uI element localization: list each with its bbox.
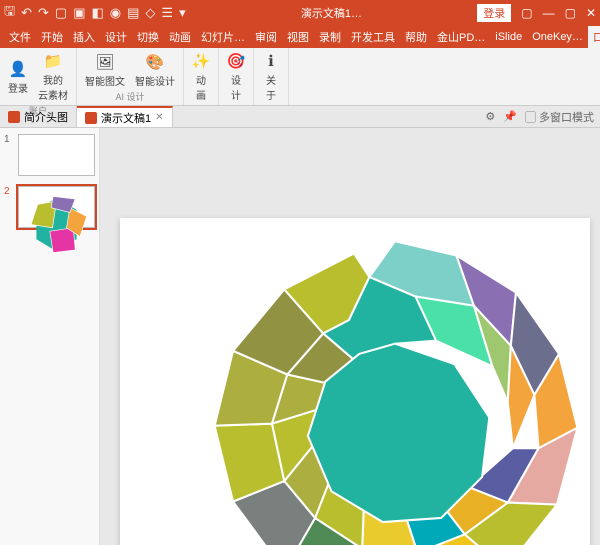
group-anim: ✨ 动 画 bbox=[184, 48, 219, 105]
qat-icon[interactable]: ▣ bbox=[73, 5, 85, 21]
animation-button[interactable]: ✨ 动 画 bbox=[188, 50, 214, 104]
about-label: 关 于 bbox=[266, 72, 276, 102]
multiwindow-button[interactable]: ▢ 多窗口模式 bbox=[525, 109, 594, 125]
qat-icon[interactable]: ▢ bbox=[55, 5, 67, 21]
slide-number: 2 bbox=[4, 186, 14, 228]
doc-tab[interactable]: 演示文稿1 ✕ bbox=[77, 106, 173, 127]
signin-label: 登录 bbox=[8, 80, 28, 95]
slide-canvas[interactable] bbox=[100, 128, 600, 545]
close-icon[interactable]: ✕ bbox=[586, 6, 596, 20]
ribbon-tabs: 文件 开始 插入 设计 切换 动画 幻灯片… 审阅 视图 录制 开发工具 帮助 … bbox=[0, 26, 600, 48]
folder-icon: 📁 bbox=[44, 52, 62, 70]
anim-label: 动 画 bbox=[196, 72, 206, 102]
tab-islide[interactable]: iSlide bbox=[490, 26, 527, 48]
tab-animation[interactable]: 动画 bbox=[164, 26, 196, 48]
design-label: 设 计 bbox=[231, 72, 241, 102]
qat-icon[interactable]: ▤ bbox=[127, 5, 139, 21]
slide-number: 1 bbox=[4, 134, 14, 176]
info-icon: ℹ bbox=[262, 52, 280, 70]
window-controls: ▢ — ▢ ✕ bbox=[521, 6, 596, 20]
tab-design[interactable]: 设计 bbox=[100, 26, 132, 48]
tab-review[interactable]: 审阅 bbox=[250, 26, 282, 48]
slide-preview bbox=[18, 134, 95, 176]
undo-icon[interactable]: ↶ bbox=[21, 5, 32, 21]
document-tabs: 简介头图 演示文稿1 ✕ ⚙ 📌 ▢ 多窗口模式 bbox=[0, 106, 600, 128]
title-bar: 🖫 ↶ ↷ ▢ ▣ ◧ ◉ ▤ ◇ ☰ ▾ 演示文稿1… 登录 ▢ — ▢ ✕ bbox=[0, 0, 600, 26]
minimize-icon[interactable]: — bbox=[543, 6, 555, 20]
pin-icon[interactable]: 📌 bbox=[503, 110, 517, 123]
group-label bbox=[270, 104, 273, 114]
animation-icon: ✨ bbox=[192, 52, 210, 70]
smart-image-button[interactable]: 🖼 智能图文 bbox=[81, 50, 129, 90]
qat-overflow-icon[interactable]: ▾ bbox=[179, 5, 186, 21]
user-icon: 👤 bbox=[9, 60, 27, 78]
group-label: AI 设计 bbox=[115, 90, 144, 103]
slide-preview bbox=[18, 186, 95, 228]
tab-insert[interactable]: 插入 bbox=[68, 26, 100, 48]
palette-icon: 🎯 bbox=[227, 52, 245, 70]
doc-tab-label: 简介头图 bbox=[24, 109, 68, 125]
doc-tab-label: 演示文稿1 bbox=[101, 110, 151, 126]
qat-icon[interactable]: ◉ bbox=[110, 5, 121, 21]
tab-record[interactable]: 录制 bbox=[314, 26, 346, 48]
ribbon: 👤 登录 📁 我的 云素材 账户 🖼 智能图文 🎨 智能设计 AI 设计 bbox=[0, 48, 600, 106]
image-icon: 🖼 bbox=[96, 53, 114, 71]
group-label bbox=[235, 104, 238, 114]
about-button[interactable]: ℹ 关 于 bbox=[258, 50, 284, 104]
slide-thumbnails: 1 2 bbox=[0, 128, 100, 545]
group-label bbox=[200, 104, 203, 114]
login-button[interactable]: 登录 bbox=[477, 4, 511, 22]
tab-dev[interactable]: 开发工具 bbox=[346, 26, 400, 48]
save-icon[interactable]: 🖫 bbox=[4, 2, 15, 24]
decagon-spiral-shape[interactable] bbox=[190, 233, 600, 545]
tab-transition[interactable]: 切换 bbox=[132, 26, 164, 48]
tab-home[interactable]: 开始 bbox=[36, 26, 68, 48]
cloud-material-button[interactable]: 📁 我的 云素材 bbox=[34, 50, 72, 104]
tab-wps[interactable]: 金山PD… bbox=[432, 26, 490, 48]
maximize-icon[interactable]: ▢ bbox=[565, 6, 576, 20]
ribbon-options-icon[interactable]: ▢ bbox=[521, 6, 532, 20]
smart-design-button[interactable]: 🎨 智能设计 bbox=[131, 50, 179, 90]
tab-pocket[interactable]: 口袋动… bbox=[588, 26, 600, 48]
design-button[interactable]: 🎯 设 计 bbox=[223, 50, 249, 104]
touch-mode-icon[interactable]: ☰ bbox=[161, 5, 173, 21]
window-title: 演示文稿1… bbox=[186, 5, 478, 21]
qat-icon[interactable]: ◇ bbox=[145, 5, 155, 21]
qat-icon[interactable]: ◧ bbox=[91, 5, 103, 21]
tab-help[interactable]: 帮助 bbox=[400, 26, 432, 48]
tab-view[interactable]: 视图 bbox=[282, 26, 314, 48]
slide-thumb[interactable]: 2 bbox=[4, 186, 95, 228]
slide bbox=[120, 218, 590, 545]
redo-icon[interactable]: ↷ bbox=[38, 5, 49, 21]
tab-file[interactable]: 文件 bbox=[4, 26, 36, 48]
tab-slideshow[interactable]: 幻灯片… bbox=[196, 26, 250, 48]
cloud-label: 我的 云素材 bbox=[38, 72, 68, 102]
quick-access-toolbar: 🖫 ↶ ↷ ▢ ▣ ◧ ◉ ▤ ◇ ☰ ▾ bbox=[4, 2, 186, 24]
editor-main: 1 2 bbox=[0, 128, 600, 545]
group-about: ℹ 关 于 bbox=[254, 48, 289, 105]
mini-shape-icon bbox=[23, 191, 90, 258]
smart-design-label: 智能设计 bbox=[135, 73, 175, 88]
ppt-icon bbox=[85, 112, 97, 124]
design-icon: 🎨 bbox=[146, 53, 164, 71]
tab-onekey[interactable]: OneKey… bbox=[527, 26, 588, 48]
slide-thumb[interactable]: 1 bbox=[4, 134, 95, 176]
doc-tab[interactable]: 简介头图 bbox=[0, 106, 77, 127]
group-design: 🎯 设 计 bbox=[219, 48, 254, 105]
close-tab-icon[interactable]: ✕ bbox=[155, 112, 163, 123]
ppt-icon bbox=[8, 111, 20, 123]
gear-icon[interactable]: ⚙ bbox=[485, 110, 495, 123]
group-account: 👤 登录 📁 我的 云素材 账户 bbox=[0, 48, 77, 105]
group-ai: 🖼 智能图文 🎨 智能设计 AI 设计 bbox=[77, 48, 184, 105]
signin-button[interactable]: 👤 登录 bbox=[4, 50, 32, 104]
smart-image-label: 智能图文 bbox=[85, 73, 125, 88]
